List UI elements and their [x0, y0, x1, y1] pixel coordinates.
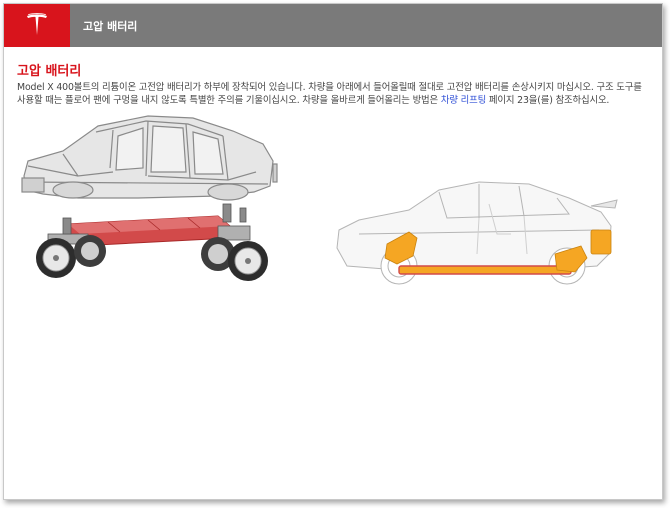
body-frame: [21, 115, 278, 201]
tesla-t-logo-icon: [27, 13, 47, 35]
page-header: 고압 배터리: [4, 4, 662, 47]
exploded-body-battery-chassis-illustration: [21, 115, 278, 281]
section-body: Model X 400볼트의 리튬이온 고전압 배터리가 하부에 장착되어 있습…: [17, 81, 649, 107]
brand-logo: [4, 4, 70, 47]
car-side-battery-location-illustration: [336, 181, 618, 285]
manual-page: 고압 배터리 고압 배터리 Model X 400볼트의 리튬이온 고전압 배터…: [3, 3, 663, 500]
vehicle-lifting-link[interactable]: 차량 리프팅: [441, 95, 486, 106]
section-title: 고압 배터리: [17, 64, 82, 79]
header-title: 고압 배터리: [83, 20, 138, 33]
body-text-part2: 페이지 23을(를) 참조하십시오.: [486, 95, 610, 106]
